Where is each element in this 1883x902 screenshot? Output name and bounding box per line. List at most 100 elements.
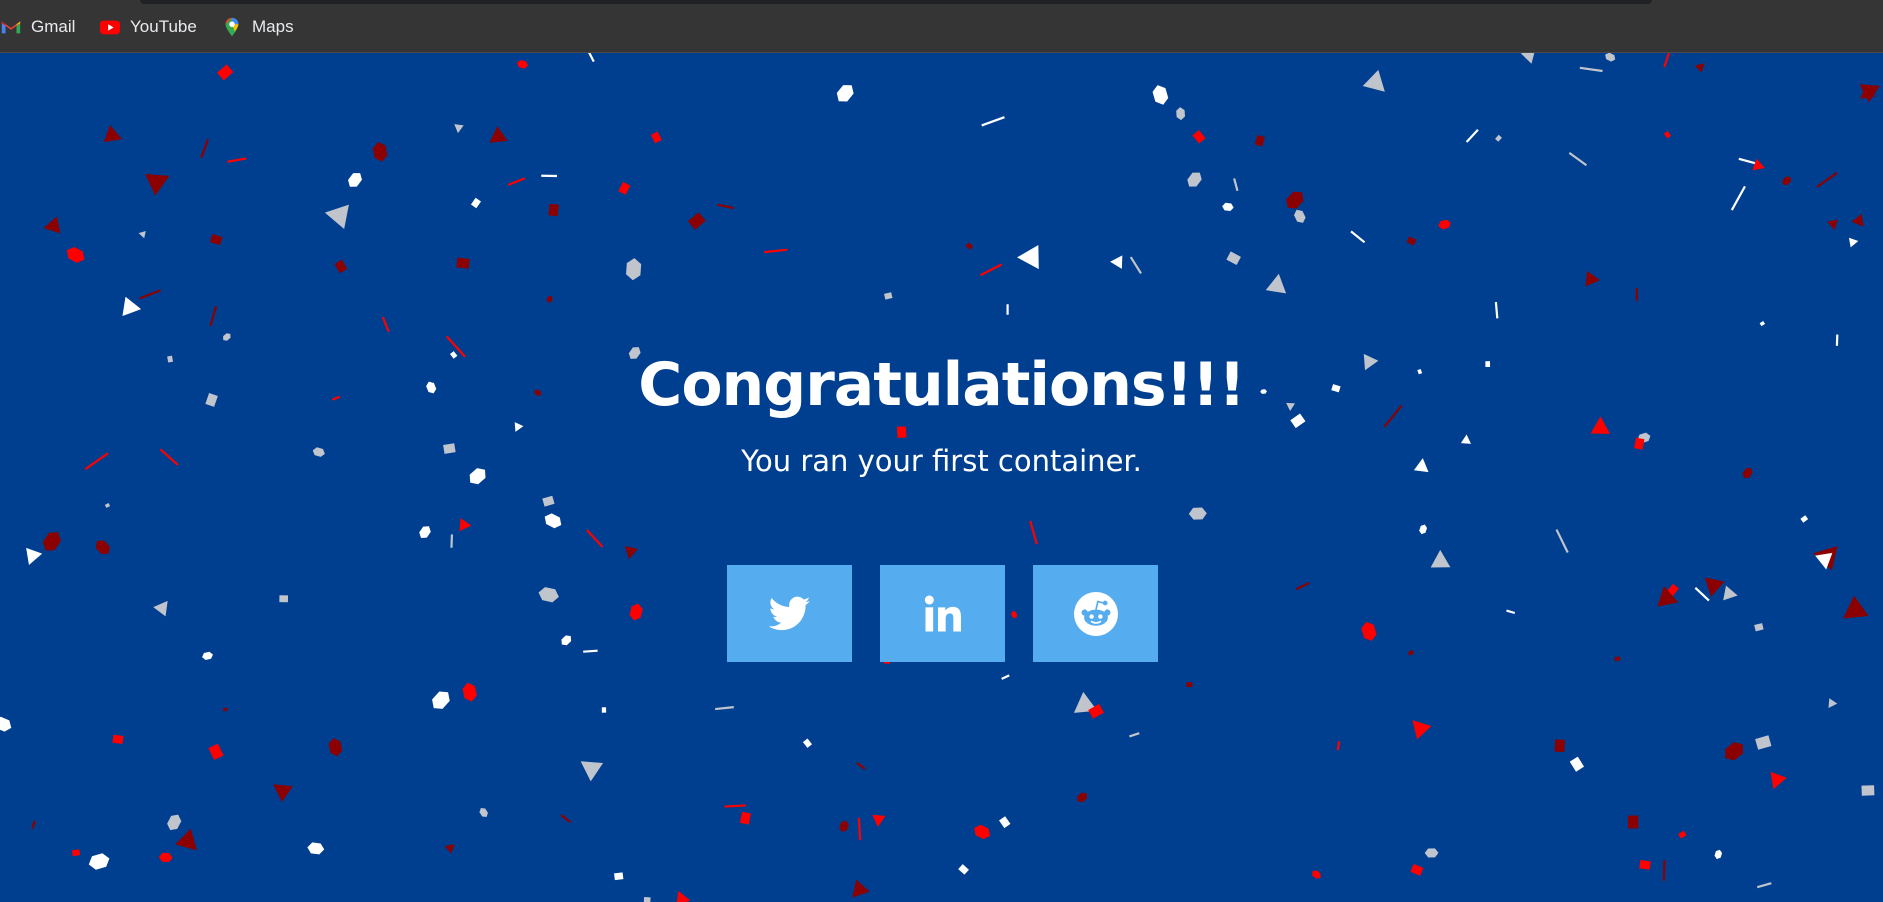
confetti-piece: [175, 828, 197, 851]
confetti-piece: [122, 296, 142, 317]
confetti-piece: [71, 849, 81, 857]
confetti-piece: [1419, 524, 1428, 535]
bookmark-label: YouTube: [130, 17, 197, 36]
confetti-piece: [1520, 53, 1536, 64]
confetti-piece: [1336, 741, 1341, 751]
confetti-piece: [1110, 255, 1123, 269]
confetti-piece: [1725, 742, 1743, 761]
confetti-piece: [1759, 320, 1766, 327]
confetti-piece: [618, 181, 631, 195]
confetti-piece: [328, 738, 343, 757]
confetti-piece: [1568, 151, 1588, 167]
confetti-piece: [541, 174, 557, 178]
confetti-piece: [1639, 860, 1651, 870]
confetti-piece: [450, 534, 454, 548]
confetti-piece: [1614, 656, 1621, 662]
confetti-piece: [802, 738, 813, 748]
confetti-piece: [764, 248, 788, 254]
confetti-piece: [650, 131, 662, 144]
linkedin-icon: [924, 595, 961, 631]
confetti-piece: [1506, 609, 1516, 615]
bookmark-label: Maps: [252, 17, 294, 36]
confetti-piece: [479, 808, 488, 817]
confetti-piece: [958, 864, 969, 875]
confetti-piece: [896, 426, 907, 438]
confetti-piece: [1001, 674, 1010, 680]
confetti-piece: [1714, 849, 1723, 860]
confetti-piece: [1438, 219, 1451, 230]
bookmark-maps[interactable]: Maps: [221, 14, 294, 40]
confetti-piece: [1312, 870, 1321, 879]
confetti-piece: [31, 820, 36, 829]
confetti-piece: [507, 177, 526, 186]
confetti-piece: [852, 879, 870, 898]
confetti-piece: [538, 587, 559, 603]
confetti-piece: [1361, 621, 1377, 641]
confetti-piece: [1077, 792, 1087, 803]
confetti-piece: [1843, 595, 1869, 619]
share-buttons: [727, 565, 1158, 662]
confetti-piece: [872, 814, 886, 828]
confetti-piece: [167, 814, 182, 831]
confetti-piece: [1295, 581, 1310, 591]
confetti-piece: [1465, 129, 1479, 143]
confetti-piece: [454, 124, 464, 134]
confetti-piece: [626, 258, 642, 281]
confetti-piece: [153, 600, 168, 617]
confetti-piece: [583, 649, 598, 653]
page-subtitle: You ran your first container.: [741, 444, 1142, 478]
twitter-share-button[interactable]: [727, 565, 852, 662]
confetti-piece: [456, 257, 470, 269]
congratulations-page: Congratulations!!! You ran your first co…: [0, 53, 1883, 902]
confetti-piece: [1663, 53, 1671, 68]
confetti-piece: [66, 246, 85, 263]
confetti-piece: [981, 116, 1005, 127]
confetti-piece: [1430, 549, 1451, 568]
confetti-piece: [1585, 271, 1600, 287]
confetti-piece: [1176, 107, 1186, 121]
gmail-icon: [1, 21, 21, 34]
confetti-piece: [459, 518, 472, 532]
confetti-piece: [1495, 134, 1502, 142]
reddit-share-button[interactable]: [1033, 565, 1158, 662]
confetti-piece: [857, 817, 862, 841]
confetti-piece: [419, 526, 431, 538]
confetti-piece: [629, 603, 643, 621]
confetti-piece: [1827, 219, 1838, 231]
confetti-piece: [381, 316, 390, 333]
confetti-piece: [1188, 507, 1207, 520]
confetti-piece: [1408, 650, 1414, 656]
maps-icon: [225, 17, 239, 37]
confetti-piece: [138, 231, 146, 239]
confetti-piece: [103, 125, 123, 143]
confetti-piece: [979, 263, 1003, 277]
confetti-piece: [1756, 882, 1772, 889]
confetti-piece: [1226, 251, 1241, 266]
confetti-piece: [1554, 739, 1566, 753]
bookmark-youtube[interactable]: YouTube: [99, 14, 197, 40]
confetti-piece: [307, 842, 325, 855]
confetti-piece: [1129, 732, 1140, 738]
confetti-piece: [112, 734, 124, 745]
linkedin-share-button[interactable]: [880, 565, 1005, 662]
confetti-piece: [561, 635, 572, 646]
confetti-piece: [1579, 66, 1603, 73]
confetti-piece: [95, 540, 110, 555]
confetti-piece: [1662, 860, 1666, 881]
confetti-piece: [580, 761, 604, 782]
confetti-piece: [88, 853, 110, 870]
confetti-piece: [1286, 191, 1304, 209]
confetti-piece: [974, 824, 991, 840]
confetti-piece: [208, 743, 224, 760]
bookmark-gmail[interactable]: Gmail: [0, 14, 75, 40]
confetti-piece: [548, 203, 559, 217]
confetti-piece: [856, 761, 866, 770]
confetti-piece: [1424, 848, 1439, 858]
youtube-icon: [99, 20, 121, 35]
confetti-piece: [209, 234, 223, 246]
confetti-piece: [0, 716, 12, 732]
confetti-piece: [544, 513, 562, 529]
confetti-piece: [643, 896, 651, 902]
bookmark-label: Gmail: [31, 17, 76, 36]
confetti-piece: [624, 546, 638, 560]
